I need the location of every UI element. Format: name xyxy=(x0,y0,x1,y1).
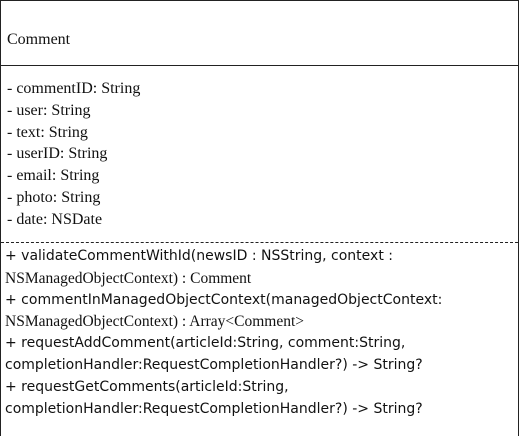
attribute-email: - email: String xyxy=(7,167,100,185)
operation-request-get-comments-line1: + requestGetComments(articleId:String, xyxy=(5,378,289,395)
attribute-commentid: - commentID: String xyxy=(7,80,141,97)
attribute-text: - text: String xyxy=(7,123,88,141)
operation-request-get-comments-line2: completionHandler:RequestCompletionHandl… xyxy=(5,400,423,417)
operation-validate-comment-line2: NSManagedObjectContext) : Comment xyxy=(5,269,252,287)
operation-comment-in-context-line2: NSManagedObjectContext) : Array<Comment> xyxy=(5,313,305,331)
attribute-photo: - photo: String xyxy=(7,188,101,206)
class-name-compartment xyxy=(1,1,518,66)
class-name: Comment xyxy=(7,31,71,48)
attribute-user: - user: String xyxy=(7,101,91,119)
operation-request-add-comment-line2: completionHandler:RequestCompletionHandl… xyxy=(5,356,423,373)
attribute-userid: - userID: String xyxy=(7,145,108,163)
uml-class-box: Comment - commentID: String - user: Stri… xyxy=(0,0,519,436)
attribute-date: - date: NSDate xyxy=(7,210,103,228)
operation-request-add-comment-line1: + requestAddComment(articleId:String, co… xyxy=(5,335,406,352)
operation-comment-in-context-line1: + commentInManagedObjectContext(managedO… xyxy=(5,291,443,308)
operation-validate-comment-line1: + validateCommentWithId(newsID : NSStrin… xyxy=(5,248,393,264)
operations-divider xyxy=(1,242,518,243)
operations-compartment: + validateCommentWithId(newsID : NSStrin… xyxy=(5,246,517,420)
attributes-compartment: - commentID: String - user: String - tex… xyxy=(7,78,512,231)
